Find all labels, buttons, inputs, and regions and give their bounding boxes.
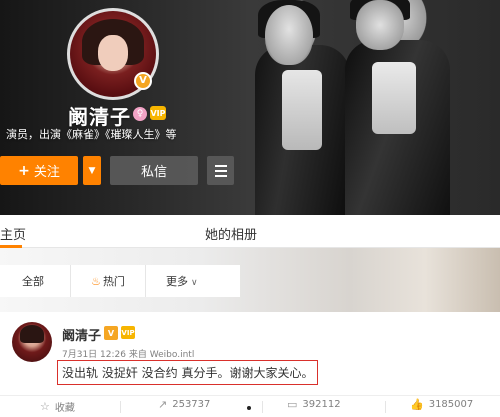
- cursor-dot: [247, 406, 251, 410]
- comment-count: 392112: [302, 399, 341, 410]
- post-meta: 7月31日 12:26 来自 Weibo.intl: [62, 347, 194, 360]
- follow-label: 关注: [33, 165, 60, 180]
- post-text: 没出轨 没捉奸 没合约 真分手。谢谢大家关心。: [57, 360, 319, 385]
- avatar-hair: [20, 325, 44, 343]
- share-count: 253737: [172, 399, 211, 410]
- flame-icon: ♨: [91, 274, 101, 288]
- profile-bio: 演员，出演《麻雀》《璀璨人生》等: [6, 128, 177, 141]
- share-button[interactable]: ↗ 253737: [158, 399, 210, 410]
- action-divider: [120, 401, 121, 413]
- verified-icon: V: [134, 72, 152, 90]
- star-icon: ☆: [40, 400, 50, 413]
- more-menu-button[interactable]: [207, 156, 234, 185]
- share-icon: ↗: [158, 398, 168, 411]
- filter-more[interactable]: 更多 ∨: [166, 273, 198, 289]
- profile-cover: V 阚清子 ♀ VIP 演员，出演《麻雀》《璀璨人生》等 + 关注 ▼ 私信: [0, 0, 500, 215]
- verified-icon: V: [104, 326, 118, 340]
- favorite-button[interactable]: ☆ 收藏: [40, 399, 75, 414]
- post-author-avatar[interactable]: [12, 322, 52, 362]
- profile-tabs: 主页 她的相册: [0, 215, 500, 248]
- chevron-down-icon: ∨: [191, 278, 198, 288]
- feed-filter-bar: 全部 ♨ 热门 更多 ∨: [0, 265, 240, 297]
- follow-dropdown-button[interactable]: ▼: [83, 156, 101, 185]
- action-divider: [385, 401, 386, 413]
- follow-button[interactable]: + 关注: [0, 156, 78, 185]
- filter-hot[interactable]: ♨ 热门: [70, 265, 146, 297]
- comment-button[interactable]: ▭ 392112: [287, 399, 341, 410]
- message-button[interactable]: 私信: [110, 156, 198, 185]
- vip-icon[interactable]: VIP: [150, 106, 166, 120]
- caret-down-icon: ▼: [88, 165, 96, 176]
- like-button[interactable]: 👍 3185007: [410, 399, 473, 410]
- avatar-face: [98, 35, 128, 71]
- vip-icon[interactable]: VIP: [121, 326, 135, 339]
- plus-icon: +: [18, 162, 30, 179]
- female-icon: ♀: [133, 107, 147, 121]
- thumbs-up-icon: 👍: [410, 398, 424, 411]
- cover-figure-left-head: [265, 5, 313, 65]
- menu-icon-bar: [214, 164, 227, 167]
- post-actions: ☆ 收藏 ↗ 253737 ▭ 392112 👍 3185007: [0, 395, 500, 417]
- post-author-name[interactable]: 阚清子: [62, 325, 101, 344]
- cover-figure-right-shirt: [372, 62, 416, 134]
- action-divider: [262, 401, 263, 413]
- comment-icon: ▭: [287, 398, 298, 411]
- menu-icon-bar: [214, 169, 227, 172]
- like-count: 3185007: [428, 399, 474, 410]
- filter-hot-label: 热门: [102, 275, 125, 288]
- post-source[interactable]: Weibo.intl: [150, 350, 195, 360]
- favorite-label: 收藏: [54, 403, 75, 414]
- post-source-prefix: 来自: [128, 350, 147, 360]
- filter-all[interactable]: 全部: [22, 273, 44, 289]
- tab-home[interactable]: 主页: [0, 224, 26, 243]
- filter-more-label: 更多: [166, 275, 188, 288]
- tab-album[interactable]: 她的相册: [205, 224, 257, 243]
- cover-figure-right-head: [356, 0, 404, 50]
- menu-icon-bar: [214, 174, 227, 177]
- post-time[interactable]: 7月31日 12:26: [62, 350, 126, 360]
- cover-figure-left-shirt: [282, 70, 322, 150]
